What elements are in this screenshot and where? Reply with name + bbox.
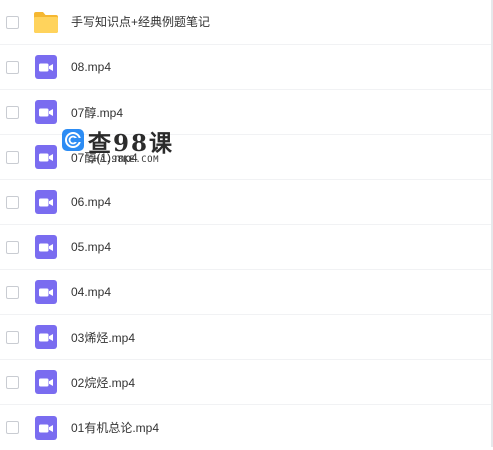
file-row[interactable]: 02烷烃.mp4 bbox=[0, 360, 493, 405]
video-icon bbox=[33, 99, 59, 125]
file-name[interactable]: 手写知识点+经典例题笔记 bbox=[71, 13, 210, 30]
video-icon bbox=[33, 189, 59, 215]
folder-icon bbox=[33, 9, 59, 35]
file-name[interactable]: 01有机总论.mp4 bbox=[71, 419, 159, 436]
file-name[interactable]: 05.mp4 bbox=[71, 240, 111, 254]
row-checkbox[interactable] bbox=[6, 375, 19, 389]
row-checkbox[interactable] bbox=[6, 285, 19, 299]
row-checkbox[interactable] bbox=[6, 195, 19, 209]
row-checkbox[interactable] bbox=[6, 240, 19, 254]
file-name[interactable]: 07醇.mp4 bbox=[71, 104, 123, 121]
file-name[interactable]: 02烷烃.mp4 bbox=[71, 374, 135, 391]
file-row[interactable]: 01有机总论.mp4 bbox=[0, 405, 493, 450]
video-icon bbox=[33, 144, 59, 170]
file-name[interactable]: 08.mp4 bbox=[71, 60, 111, 74]
file-row[interactable]: 08.mp4 bbox=[0, 45, 493, 90]
file-row[interactable]: 05.mp4 bbox=[0, 225, 493, 270]
row-checkbox[interactable] bbox=[6, 15, 19, 29]
row-checkbox[interactable] bbox=[6, 105, 19, 119]
video-icon bbox=[33, 234, 59, 260]
row-checkbox[interactable] bbox=[6, 60, 19, 74]
file-row[interactable]: 06.mp4 bbox=[0, 180, 493, 225]
file-row[interactable]: 04.mp4 bbox=[0, 270, 493, 315]
video-icon bbox=[33, 324, 59, 350]
file-row[interactable]: 07醇(1).mp4 bbox=[0, 135, 493, 180]
video-icon bbox=[33, 54, 59, 80]
file-row[interactable]: 07醇.mp4 bbox=[0, 90, 493, 135]
row-checkbox[interactable] bbox=[6, 421, 19, 434]
row-checkbox[interactable] bbox=[6, 150, 19, 164]
file-row-folder[interactable]: 手写知识点+经典例题笔记 bbox=[0, 0, 493, 45]
video-icon bbox=[33, 279, 59, 305]
file-list: 手写知识点+经典例题笔记 08.mp4 07醇.mp4 07醇(1).mp4 0… bbox=[0, 0, 493, 450]
file-name[interactable]: 03烯烃.mp4 bbox=[71, 329, 135, 346]
file-name[interactable]: 07醇(1).mp4 bbox=[71, 149, 138, 166]
file-name[interactable]: 06.mp4 bbox=[71, 195, 111, 209]
file-row[interactable]: 03烯烃.mp4 bbox=[0, 315, 493, 360]
row-checkbox[interactable] bbox=[6, 330, 19, 344]
video-icon bbox=[33, 415, 59, 441]
video-icon bbox=[33, 369, 59, 395]
file-name[interactable]: 04.mp4 bbox=[71, 285, 111, 299]
